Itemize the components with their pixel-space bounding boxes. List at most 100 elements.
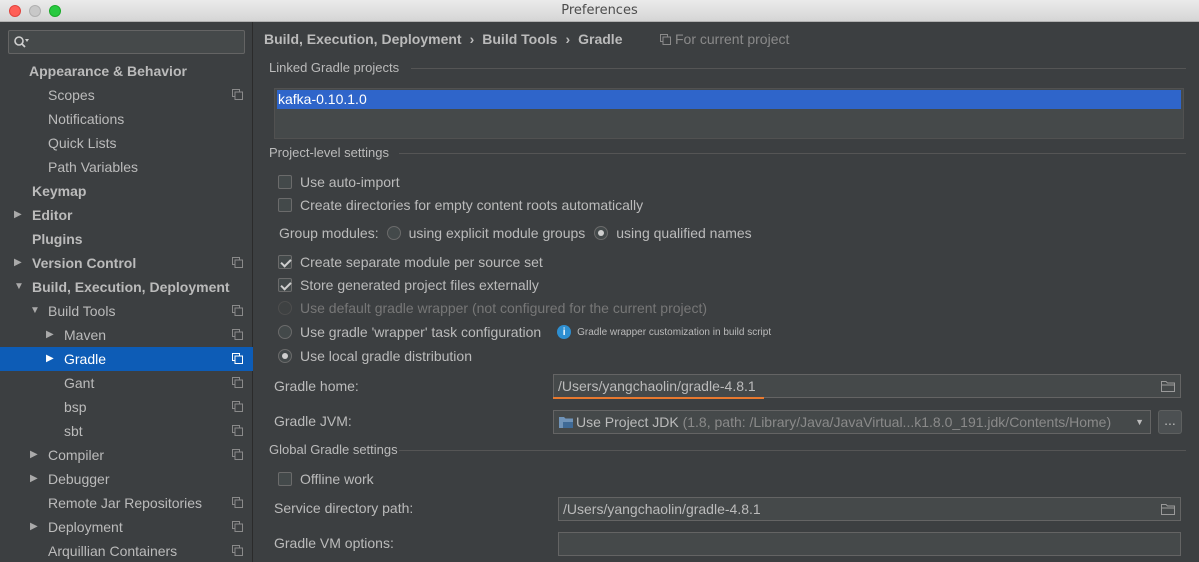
project-level-icon bbox=[232, 353, 243, 364]
minimize-window-button[interactable] bbox=[29, 5, 41, 17]
gradle-jvm-dropdown[interactable]: Use Project JDK (1.8, path: /Library/Jav… bbox=[553, 410, 1151, 434]
offline-work-label: Offline work bbox=[300, 471, 374, 487]
create-dirs-checkbox-row[interactable]: Create directories for empty content roo… bbox=[278, 197, 643, 213]
maximize-window-button[interactable] bbox=[49, 5, 61, 17]
group-modules-label: Group modules: bbox=[279, 225, 379, 241]
linked-project-item[interactable]: kafka-0.10.1.0 bbox=[277, 90, 1181, 109]
store-external-checkbox-row[interactable]: Store generated project files externally bbox=[278, 277, 539, 293]
sidebar-item[interactable]: bsp bbox=[0, 395, 253, 419]
collapsed-arrow-icon[interactable]: ▶ bbox=[14, 203, 22, 227]
project-settings-title: Project-level settings bbox=[269, 145, 389, 160]
wrapper-task-radio[interactable] bbox=[278, 325, 292, 339]
title-bar: Preferences bbox=[0, 0, 1199, 22]
sidebar-item-label: Plugins bbox=[32, 231, 83, 247]
sidebar-item[interactable]: ▶ Compiler bbox=[0, 443, 253, 467]
sidebar-item[interactable]: ▶ Maven bbox=[0, 323, 253, 347]
wrapper-hint: Gradle wrapper customization in build sc… bbox=[577, 326, 772, 338]
sidebar-item[interactable]: ▶ Version Control bbox=[0, 251, 253, 275]
sidebar-item[interactable]: ▶ Deployment bbox=[0, 515, 253, 539]
folder-icon[interactable] bbox=[1161, 503, 1175, 515]
default-wrapper-radio bbox=[278, 301, 292, 315]
sidebar-item-label: Build Tools bbox=[48, 303, 116, 319]
auto-import-checkbox[interactable] bbox=[278, 175, 292, 189]
sidebar-item-label: Compiler bbox=[48, 447, 105, 463]
collapsed-arrow-icon[interactable]: ▶ bbox=[46, 347, 54, 371]
sidebar-item[interactable]: Quick Lists bbox=[0, 131, 253, 155]
sidebar-item[interactable]: sbt bbox=[0, 419, 253, 443]
collapsed-arrow-icon[interactable]: ▶ bbox=[14, 251, 22, 275]
sidebar-item[interactable]: Notifications bbox=[0, 107, 253, 131]
collapsed-arrow-icon[interactable]: ▶ bbox=[30, 515, 38, 539]
sidebar-item-label: Keymap bbox=[32, 183, 87, 199]
sidebar-item-label: Notifications bbox=[48, 111, 125, 127]
sidebar-item-label: Scopes bbox=[48, 87, 95, 103]
sidebar-item[interactable]: Remote Jar Repositories bbox=[0, 491, 253, 515]
default-wrapper-radio-row: Use default gradle wrapper (not configur… bbox=[278, 300, 707, 316]
sidebar-item[interactable]: Appearance & Behavior bbox=[0, 59, 253, 83]
sidebar-item-label: Remote Jar Repositories bbox=[48, 495, 203, 511]
validation-underline bbox=[553, 397, 764, 399]
create-dirs-label: Create directories for empty content roo… bbox=[300, 197, 644, 213]
jdk-folder-icon bbox=[559, 417, 573, 428]
group-explicit-label[interactable]: using explicit module groups bbox=[409, 225, 586, 241]
sidebar-item[interactable]: ▼ Build Tools bbox=[0, 299, 253, 323]
settings-search-input[interactable] bbox=[8, 30, 245, 54]
sidebar-item-label: sbt bbox=[64, 423, 83, 439]
group-qualified-radio[interactable] bbox=[594, 226, 609, 240]
offline-work-checkbox[interactable] bbox=[278, 472, 292, 486]
project-level-icon bbox=[232, 257, 243, 268]
sidebar-item[interactable]: Keymap bbox=[0, 179, 253, 203]
local-distribution-radio[interactable] bbox=[278, 349, 292, 363]
search-icon bbox=[14, 36, 29, 48]
folder-icon[interactable] bbox=[1161, 380, 1175, 392]
create-dirs-checkbox[interactable] bbox=[278, 198, 292, 212]
wrapper-task-label: Use gradle 'wrapper' task configuration bbox=[300, 324, 542, 340]
dropdown-arrow-icon: ▼ bbox=[1135, 417, 1144, 427]
sidebar-item[interactable]: ▶ Gradle bbox=[0, 347, 253, 371]
vm-options-field[interactable] bbox=[558, 532, 1181, 556]
sidebar-item[interactable]: Gant bbox=[0, 371, 253, 395]
breadcrumb-item[interactable]: Build Tools bbox=[482, 31, 557, 47]
offline-work-checkbox-row[interactable]: Offline work bbox=[278, 471, 374, 487]
collapsed-arrow-icon[interactable]: ▶ bbox=[30, 467, 38, 491]
service-dir-field[interactable]: /Users/yangchaolin/gradle-4.8.1 bbox=[558, 497, 1181, 521]
settings-tree: Appearance & Behavior Scopes Notifications… bbox=[0, 59, 253, 562]
breadcrumb-item[interactable]: Gradle bbox=[578, 31, 622, 47]
project-level-icon bbox=[232, 329, 243, 340]
sidebar-item[interactable]: Arquillian Containers bbox=[0, 539, 253, 562]
sidebar-item[interactable]: Path Variables bbox=[0, 155, 253, 179]
window-title: Preferences bbox=[561, 3, 638, 18]
sidebar-item[interactable]: ▶ Debugger bbox=[0, 467, 253, 491]
sidebar-item-label: Deployment bbox=[48, 519, 123, 535]
gradle-jvm-selected: Use Project JDK (1.8, path: /Library/Jav… bbox=[576, 411, 1111, 433]
settings-sidebar: Appearance & Behavior Scopes Notifications… bbox=[0, 22, 253, 562]
sidebar-item[interactable]: ▼ Build, Execution, Deployment bbox=[0, 275, 253, 299]
sidebar-item-label: Path Variables bbox=[48, 159, 139, 175]
sidebar-item-label: Arquillian Containers bbox=[48, 543, 178, 559]
sidebar-item[interactable]: ▶ Editor bbox=[0, 203, 253, 227]
auto-import-checkbox-row[interactable]: Use auto-import bbox=[278, 174, 400, 190]
expanded-arrow-icon[interactable]: ▼ bbox=[30, 299, 40, 323]
group-explicit-radio[interactable] bbox=[386, 226, 401, 240]
sidebar-item[interactable]: Plugins bbox=[0, 227, 253, 251]
gradle-home-field[interactable]: /Users/yangchaolin/gradle-4.8.1 bbox=[553, 374, 1181, 398]
group-qualified-label[interactable]: using qualified names bbox=[616, 225, 751, 241]
close-window-button[interactable] bbox=[9, 5, 21, 17]
project-level-icon bbox=[232, 401, 243, 412]
store-external-checkbox[interactable] bbox=[278, 278, 292, 292]
linked-projects-title: Linked Gradle projects bbox=[269, 60, 400, 75]
sidebar-item[interactable]: Scopes bbox=[0, 83, 253, 107]
sidebar-item-label: Gant bbox=[64, 375, 95, 391]
separate-module-checkbox-row[interactable]: Create separate module per source set bbox=[278, 254, 543, 270]
local-distribution-radio-row[interactable]: Use local gradle distribution bbox=[278, 348, 472, 364]
collapsed-arrow-icon[interactable]: ▶ bbox=[30, 443, 38, 467]
expanded-arrow-icon[interactable]: ▼ bbox=[14, 275, 24, 299]
project-level-icon bbox=[232, 305, 243, 316]
breadcrumb-item[interactable]: Build, Execution, Deployment bbox=[264, 31, 462, 47]
separate-module-checkbox[interactable] bbox=[278, 255, 292, 269]
section-divider bbox=[411, 68, 1186, 69]
wrapper-task-radio-row[interactable]: Use gradle 'wrapper' task configuration … bbox=[278, 324, 771, 340]
browse-jvm-button[interactable]: ... bbox=[1158, 410, 1182, 434]
linked-projects-list[interactable]: kafka-0.10.1.0 bbox=[274, 88, 1184, 139]
collapsed-arrow-icon[interactable]: ▶ bbox=[46, 323, 54, 347]
